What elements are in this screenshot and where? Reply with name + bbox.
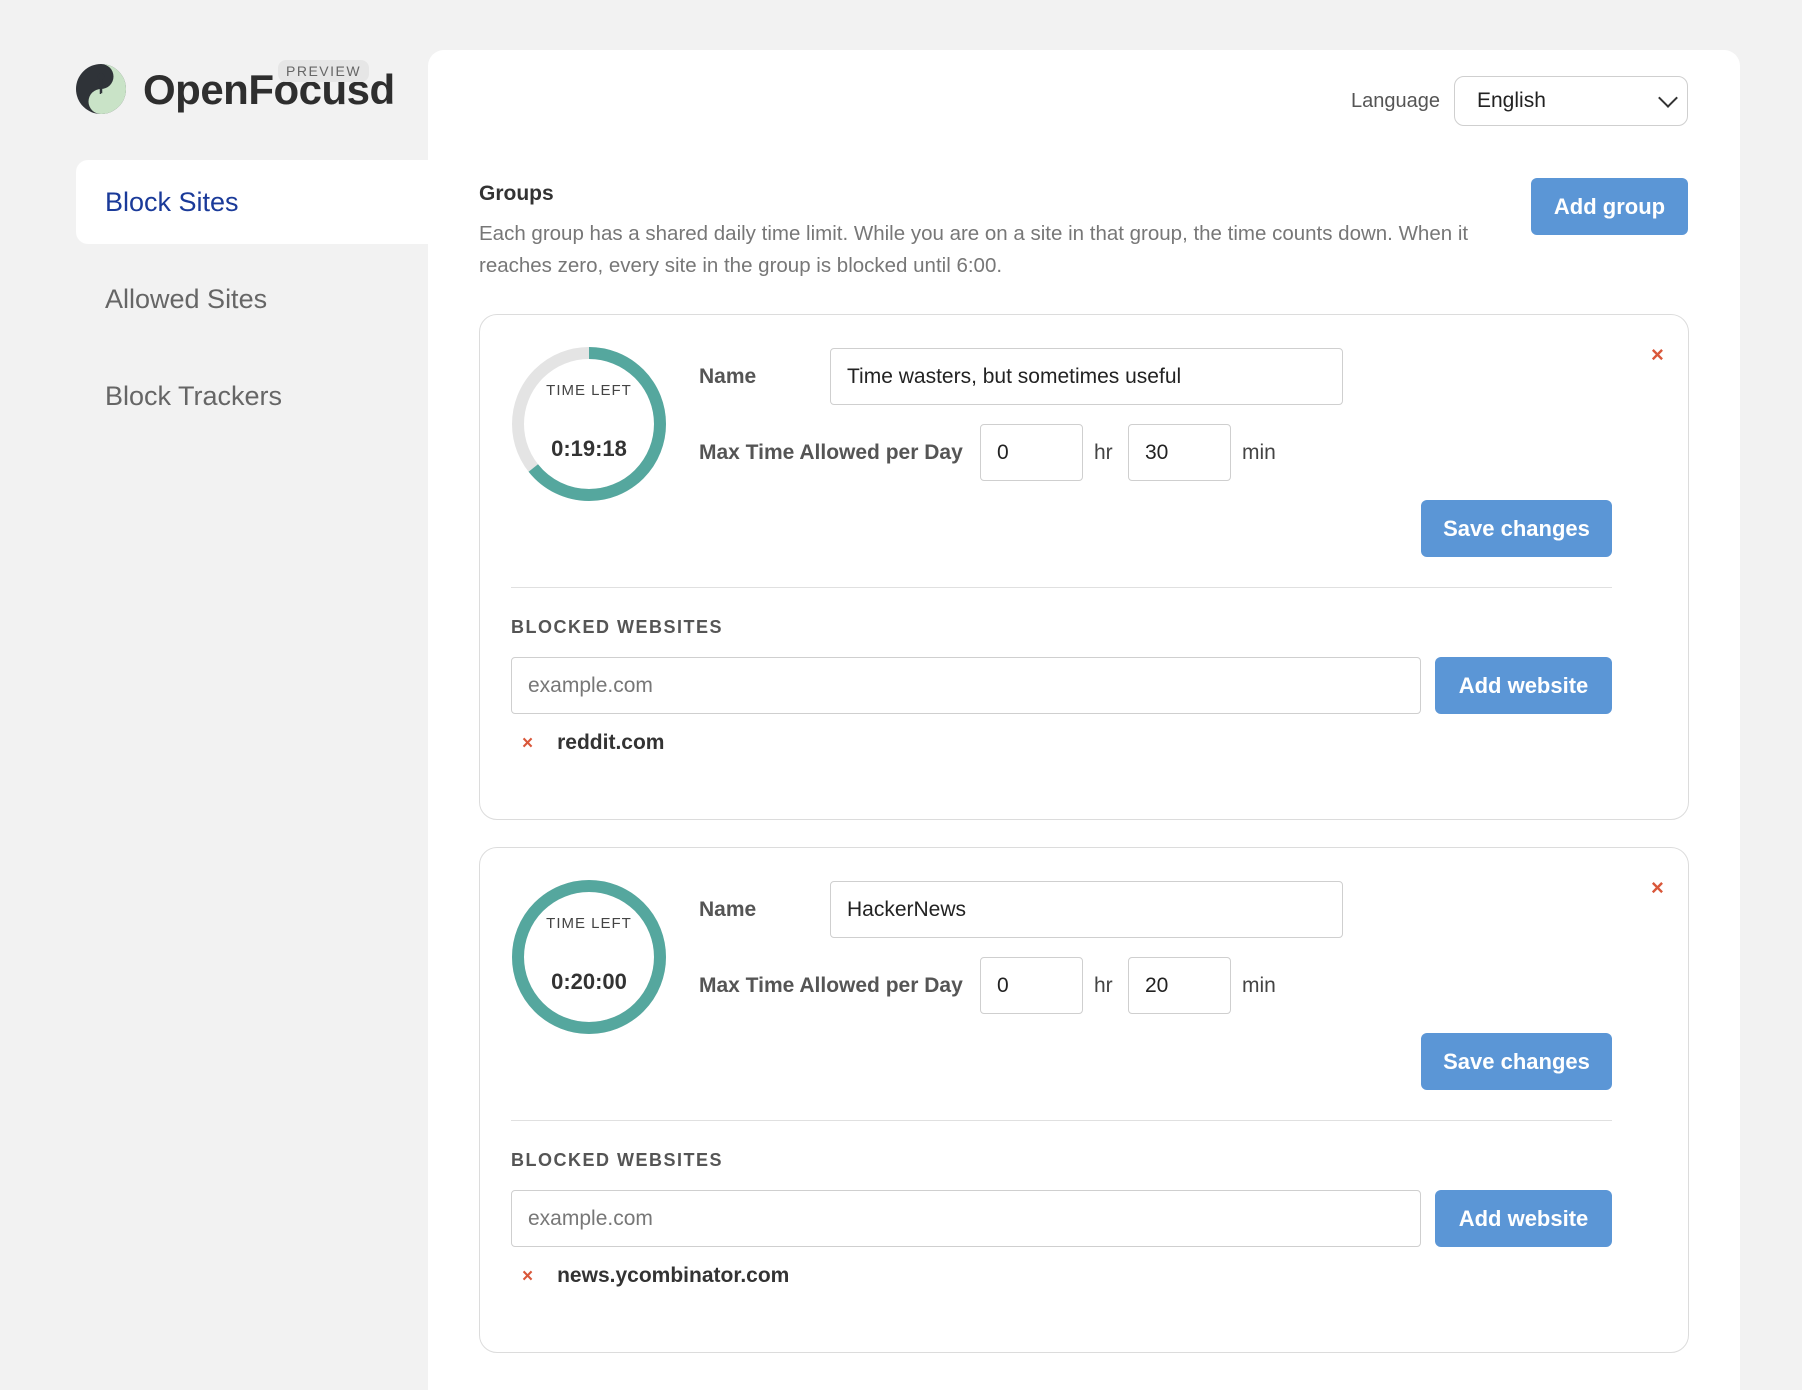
minutes-unit: min [1242,441,1276,464]
time-left-label: TIME LEFT [546,382,632,399]
time-left-label: TIME LEFT [546,915,632,932]
time-left-ring-graphic [512,347,666,501]
chevron-down-icon [1658,88,1678,108]
language-select[interactable]: English [1454,76,1688,126]
name-label: Name [699,365,757,388]
sidebar-item-block-sites[interactable]: Block Sites [76,160,428,244]
add-website-button[interactable]: Add website [1435,657,1612,714]
divider [511,1120,1612,1121]
delete-group-close-icon[interactable]: × [1651,877,1664,899]
minutes-input[interactable]: 20 [1128,957,1231,1014]
add-website-button[interactable]: Add website [1435,1190,1612,1247]
name-label: Name [699,898,757,921]
group-card: TIME LEFT 0:20:00 Name HackerNews Max Ti… [479,847,1689,1353]
main-panel: Language English Groups Each group has a… [428,50,1740,1390]
time-left-ring: TIME LEFT 0:19:18 [511,346,667,502]
groups-title: Groups [479,182,554,205]
blocked-websites-title: BLOCKED WEBSITES [511,1150,724,1170]
save-changes-button[interactable]: Save changes [1421,500,1612,557]
app-logo[interactable]: OpenFocusd PREVIEW [76,60,395,118]
save-changes-button[interactable]: Save changes [1421,1033,1612,1090]
language-row: Language English [1351,76,1688,126]
sidebar-nav: Block Sites Allowed Sites Block Trackers [76,160,428,438]
hours-unit: hr [1094,974,1113,997]
max-time-label: Max Time Allowed per Day [699,974,963,997]
blocked-site-name: news.ycombinator.com [557,1264,790,1287]
hours-input[interactable]: 0 [980,424,1083,481]
groups-description: Each group has a shared daily time limit… [479,222,1469,277]
max-time-label: Max Time Allowed per Day [699,441,963,464]
hours-input[interactable]: 0 [980,957,1083,1014]
sidebar-item-block-trackers[interactable]: Block Trackers [76,354,428,438]
minutes-input[interactable]: 30 [1128,424,1231,481]
blocked-site-name: reddit.com [557,731,665,754]
time-left-ring: TIME LEFT 0:20:00 [511,879,667,1035]
time-left-value: 0:20:00 [551,969,627,994]
minutes-unit: min [1242,974,1276,997]
divider [511,587,1612,588]
language-label: Language [1351,89,1440,112]
blocked-site-row: × news.ycombinator.com [522,1264,789,1288]
sidebar-item-allowed-sites[interactable]: Allowed Sites [76,257,428,341]
remove-site-close-icon[interactable]: × [522,1267,533,1286]
group-name-input[interactable]: Time wasters, but sometimes useful [830,348,1343,405]
blocked-site-row: × reddit.com [522,731,664,755]
add-group-button[interactable]: Add group [1531,178,1688,235]
time-left-ring-graphic [512,880,666,1034]
preview-badge: PREVIEW [278,60,370,82]
group-card: TIME LEFT 0:19:18 Name Time wasters, but… [479,314,1689,820]
group-name-input[interactable]: HackerNews [830,881,1343,938]
hours-unit: hr [1094,441,1113,464]
blocked-websites-title: BLOCKED WEBSITES [511,617,724,637]
time-left-value: 0:19:18 [551,436,627,461]
language-selected-value: English [1477,89,1546,112]
delete-group-close-icon[interactable]: × [1651,344,1664,366]
groups-header: Groups Each group has a shared daily tim… [479,182,1509,282]
yin-yang-logo-icon [76,64,126,114]
website-input[interactable] [511,1190,1421,1247]
website-input[interactable] [511,657,1421,714]
ring-progress [512,880,666,1034]
remove-site-close-icon[interactable]: × [522,734,533,753]
